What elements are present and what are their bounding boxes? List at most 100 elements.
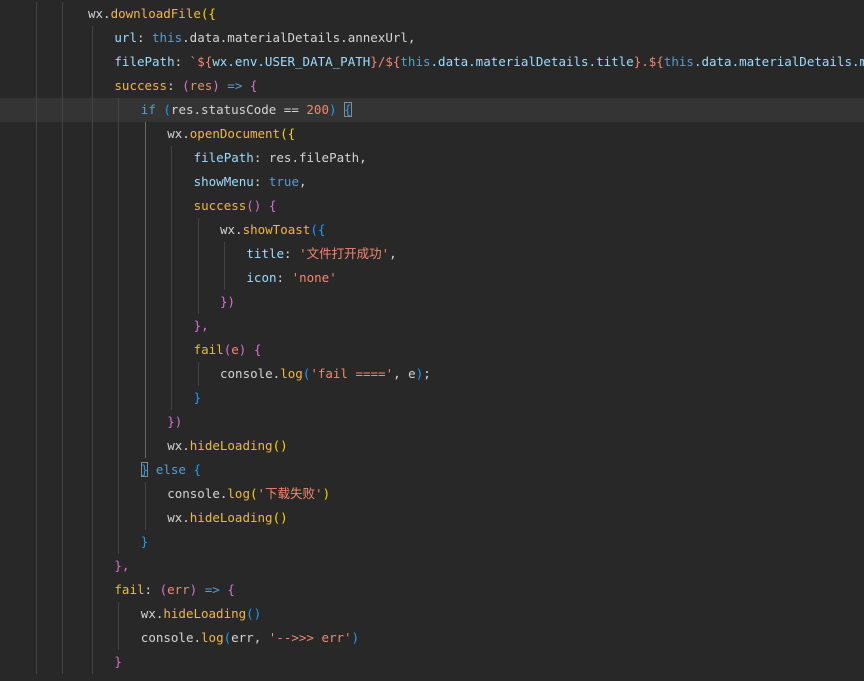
code-token: '下载失败'	[257, 486, 323, 501]
code-token: () {	[246, 198, 277, 213]
code-token: '-->>> err'	[268, 630, 352, 645]
code-token: log	[280, 366, 303, 381]
code-line[interactable]: showMenu: true,	[194, 170, 307, 194]
code-token: console.	[140, 630, 202, 645]
code-token: (	[159, 582, 168, 597]
code-token: {	[227, 582, 235, 597]
code-token: .data.materialDetails.title	[430, 54, 634, 69]
code-line[interactable]: }	[141, 530, 149, 554]
code-line[interactable]: })	[220, 290, 235, 314]
code-token: =>	[219, 78, 250, 93]
code-line[interactable]: icon: 'none'	[246, 266, 336, 290]
code-token: ({	[280, 126, 296, 141]
code-token: 'fail ===='	[310, 366, 394, 381]
code-token: showToast	[242, 222, 311, 237]
code-line[interactable]: filePath: res.filePath,	[194, 146, 367, 170]
code-token: )	[328, 102, 337, 117]
code-token: wx.	[140, 606, 164, 621]
code-token: console.	[220, 366, 281, 381]
code-token: }	[140, 534, 149, 549]
code-token: hideLoading	[189, 438, 273, 453]
indent-guide	[171, 146, 173, 410]
code-token: },	[114, 558, 130, 573]
code-token: icon	[246, 270, 277, 285]
code-token: :	[276, 270, 292, 285]
code-line[interactable]: })	[167, 410, 182, 434]
code-line[interactable]: }	[114, 650, 122, 674]
code-line[interactable]: if (res.statusCode == 200) {	[141, 98, 352, 122]
code-token: })	[167, 414, 183, 429]
code-token: `${	[189, 54, 213, 69]
code-token: console.	[167, 486, 228, 501]
code-token: filePath	[114, 54, 175, 69]
indent-guide	[118, 602, 120, 650]
code-token: , e	[393, 366, 416, 381]
code-line[interactable]: success: (res) => {	[114, 74, 257, 98]
code-line[interactable]: wx.hideLoading()	[167, 434, 287, 458]
code-token: ()	[246, 606, 262, 621]
code-token: :	[284, 246, 300, 261]
code-token: success	[193, 198, 247, 213]
code-line[interactable]: filePath: `${wx.env.USER_DATA_PATH}/${th…	[114, 50, 864, 74]
code-token: ({	[200, 6, 216, 21]
code-token: :	[144, 582, 160, 597]
code-token: filePath	[193, 150, 254, 165]
code-token: res	[189, 78, 213, 93]
code-token: openDocument	[189, 126, 281, 141]
code-token: })	[220, 294, 236, 309]
code-token: }/${	[370, 54, 401, 69]
code-token: ,	[298, 174, 307, 189]
code-token: 200	[306, 102, 329, 117]
code-line[interactable]: wx.downloadFile({	[88, 2, 216, 26]
code-line[interactable]: fail: (err) => {	[114, 578, 234, 602]
code-token: downloadFile	[110, 6, 201, 21]
code-line[interactable]: url: this.data.materialDetails.annexUrl,	[114, 26, 415, 50]
code-line[interactable]: wx.hideLoading()	[167, 506, 287, 530]
indent-guide	[224, 242, 225, 290]
code-token: this	[663, 54, 694, 69]
code-line[interactable]: wx.showToast({	[220, 218, 325, 242]
current-line-highlight	[0, 98, 864, 122]
code-line[interactable]: wx.hideLoading()	[141, 602, 261, 626]
code-line[interactable]: success() {	[194, 194, 277, 218]
code-token: {	[193, 462, 202, 477]
code-line[interactable]: },	[114, 554, 129, 578]
code-token: }	[114, 654, 122, 669]
code-token: 'none'	[291, 270, 337, 285]
code-line[interactable]: title: '文件打开成功',	[246, 242, 396, 266]
code-token: err,	[231, 630, 269, 645]
code-line[interactable]: } else {	[140, 458, 202, 482]
code-token: log	[201, 630, 224, 645]
code-token: wx.env.USER_DATA_PATH	[212, 54, 371, 69]
code-line[interactable]: console.log('下载失败')	[167, 482, 330, 506]
indent-guide	[197, 362, 199, 386]
code-token: wx.	[167, 126, 190, 141]
code-line[interactable]: fail(e) {	[194, 338, 262, 362]
code-token: wx.	[220, 222, 243, 237]
code-token: ({	[310, 222, 326, 237]
code-line[interactable]: },	[194, 314, 209, 338]
code-editor[interactable]: wx.downloadFile({url: this.data.material…	[0, 0, 864, 681]
code-token: )	[322, 486, 331, 501]
code-line[interactable]: console.log(err, '-->>> err')	[141, 626, 359, 650]
code-token: ()	[272, 438, 288, 453]
code-token: success	[114, 78, 168, 93]
code-token: : res.filePath,	[253, 150, 367, 165]
code-line[interactable]: }	[194, 386, 202, 410]
code-token: e	[231, 342, 239, 357]
code-token: (	[163, 102, 171, 117]
code-token: this	[400, 54, 431, 69]
indent-guide	[62, 2, 63, 674]
code-token: fail	[193, 342, 224, 357]
code-token: ) {	[238, 342, 262, 357]
code-token: else	[148, 462, 194, 477]
indent-guide	[197, 218, 199, 314]
code-token: title	[246, 246, 285, 261]
code-token: .data.materialDetails.annexUrl,	[182, 30, 416, 45]
code-token: true	[268, 174, 299, 189]
indent-guide	[92, 26, 93, 674]
code-line[interactable]: console.log('fail ====', e);	[220, 362, 431, 386]
code-line[interactable]: wx.openDocument({	[167, 122, 295, 146]
code-token: (	[249, 486, 258, 501]
